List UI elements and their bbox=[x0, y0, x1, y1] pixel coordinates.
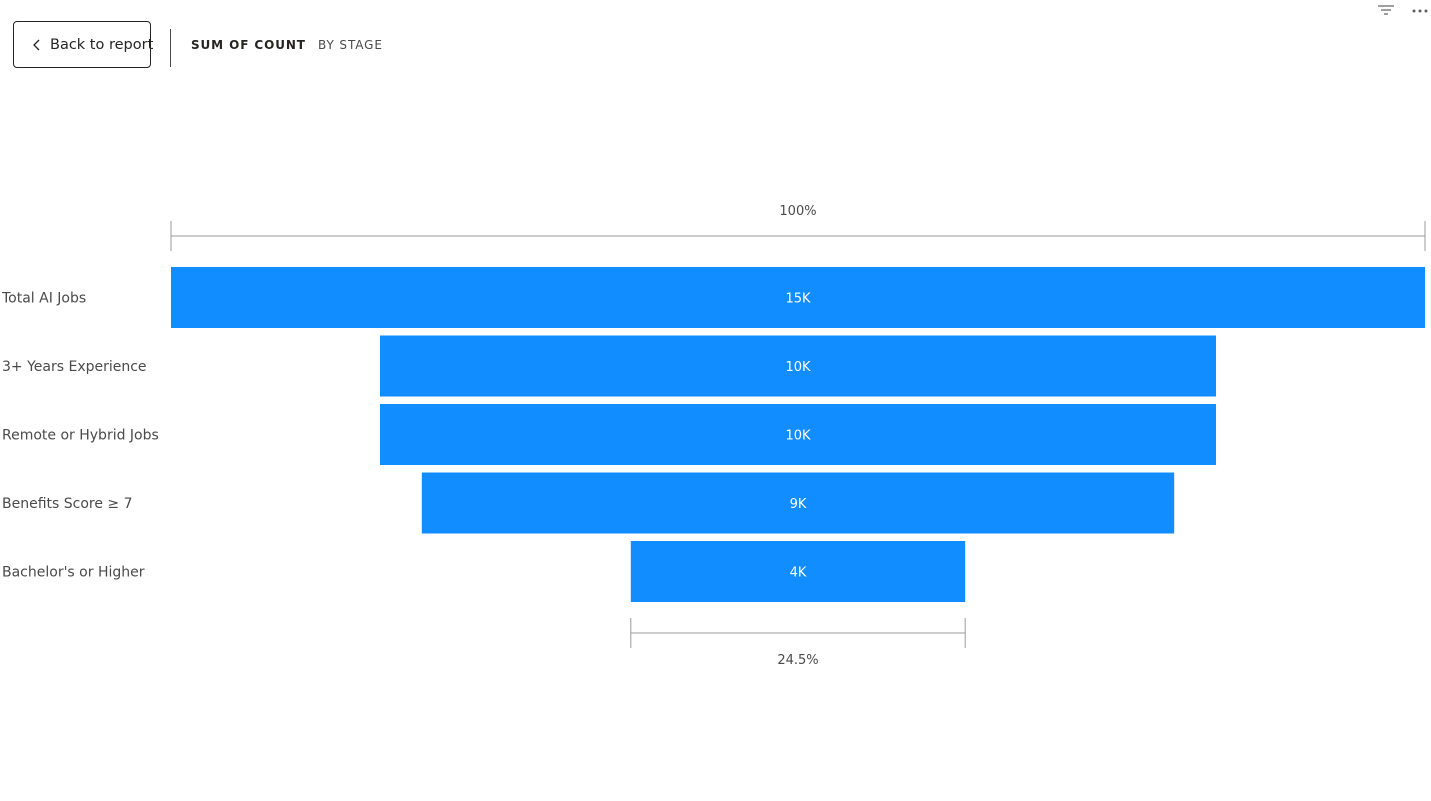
focus-mode-page: Back to report SUM OF COUNT BY STAGE 100… bbox=[0, 0, 1431, 801]
bottom-percent-bracket bbox=[630, 618, 966, 648]
stage-label: 3+ Years Experience bbox=[2, 359, 147, 375]
bar-value-label: 4K bbox=[790, 566, 807, 581]
bar-value-label: 15K bbox=[785, 292, 811, 307]
bar-value-label: 10K bbox=[785, 360, 811, 375]
bottom-percent-label: 24.5% bbox=[777, 653, 818, 668]
stage-label: Total AI Jobs bbox=[1, 291, 86, 307]
funnel-stages: 15K Total AI Jobs 10K 3+ Years Experience 10… bbox=[1, 267, 1425, 602]
bar-value-label: 9K bbox=[790, 497, 807, 512]
top-percent-label: 100% bbox=[779, 204, 816, 219]
bar-value-label: 10K bbox=[785, 429, 811, 444]
stage-label: Benefits Score ≥ 7 bbox=[2, 496, 133, 512]
funnel-chart: 100% 15K Total AI Jobs 10K 3+ Years Experie… bbox=[1, 204, 1426, 668]
stage-label: Bachelor's or Higher bbox=[2, 565, 145, 581]
stage-label: Remote or Hybrid Jobs bbox=[2, 428, 159, 444]
top-percent-bracket bbox=[170, 221, 1426, 251]
